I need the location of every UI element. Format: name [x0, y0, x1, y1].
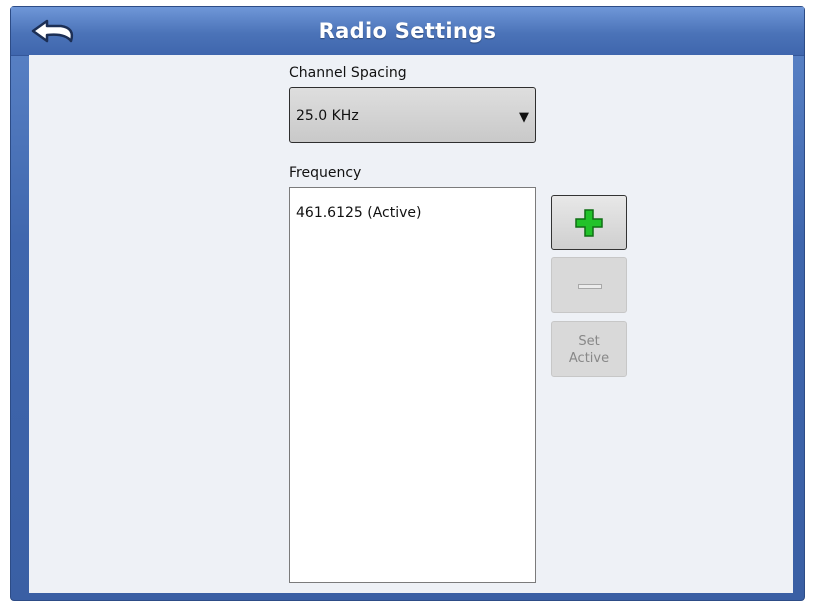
- dropdown-arrow-icon: ▼: [519, 110, 529, 125]
- frequency-list[interactable]: 461.6125 (Active): [289, 187, 536, 583]
- remove-frequency-button[interactable]: [551, 257, 627, 313]
- settings-window: Radio Settings Channel Spacing 25.0 KHz …: [10, 6, 805, 601]
- plus-icon: [575, 209, 603, 237]
- channel-spacing-label: Channel Spacing: [289, 65, 407, 81]
- add-frequency-button[interactable]: [551, 195, 627, 250]
- channel-spacing-dropdown[interactable]: 25.0 KHz ▼: [289, 87, 536, 143]
- back-arrow-icon: [31, 19, 74, 43]
- frequency-label: Frequency: [289, 165, 362, 181]
- content-panel: Channel Spacing 25.0 KHz ▼ Frequency 461…: [29, 55, 793, 593]
- page-title: Radio Settings: [318, 19, 497, 43]
- minus-icon: [578, 284, 602, 289]
- set-active-button[interactable]: Set Active: [551, 321, 627, 377]
- title-bar: Radio Settings: [11, 7, 804, 56]
- back-button[interactable]: [25, 13, 93, 49]
- set-active-label-line1: Set: [578, 334, 600, 349]
- set-active-label-line2: Active: [568, 351, 610, 366]
- channel-spacing-value: 25.0 KHz: [296, 108, 359, 124]
- screen: Radio Settings Channel Spacing 25.0 KHz …: [0, 0, 814, 608]
- list-item[interactable]: 461.6125 (Active): [290, 188, 535, 221]
